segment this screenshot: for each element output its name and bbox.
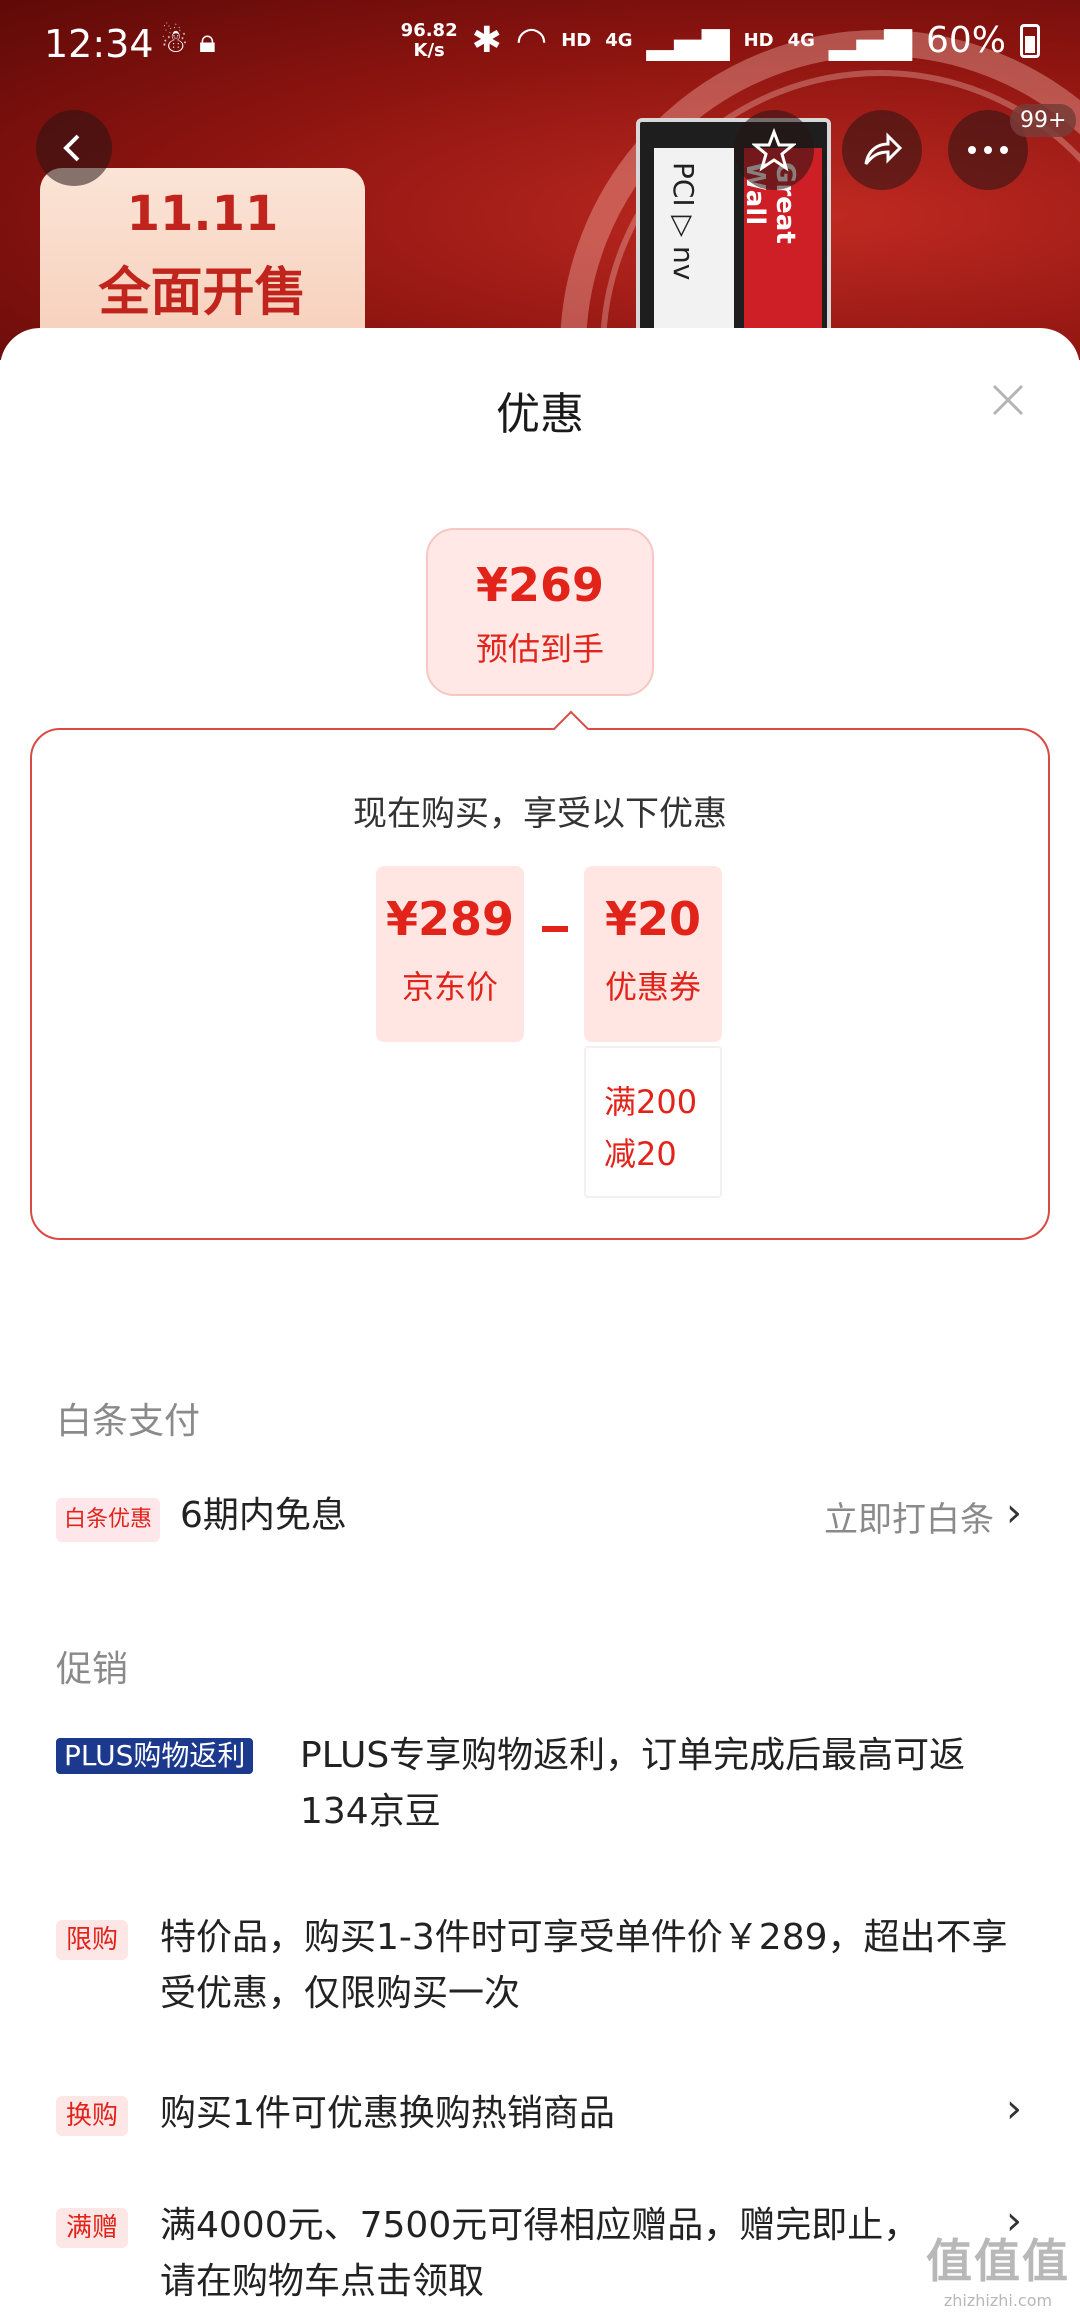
battery-icon [1020,23,1040,58]
promo-text: 满4000元、7500元可得相应赠品，赠完即止， 请在购物车点击领取 [160,2205,920,2302]
exchange-tag: 换购 [56,2096,129,2136]
status-time: 12:34 [44,22,154,66]
ssd-label-text: PCI ▷ nv [667,162,700,281]
close-button[interactable] [988,380,1028,420]
site-watermark: 值值值 zhizhizhi.com [926,2225,1070,2310]
promo-text: 特价品，购买1-3件时可享受单件价￥289，超出不享 受优惠，仅限购买一次 [160,1917,1008,2014]
promo-line2: 全面开售 [98,263,307,323]
status-notification-icons: ☃ 🔒︎ [160,22,216,61]
star-icon [752,128,796,172]
jd-price: ¥289 [385,892,515,946]
discount-sheet: 优惠 ¥269 预估到手 现在购买，享受以下优惠 ¥289 京东价 ¥20 优惠… [0,328,1080,2316]
coupon-label: 优惠券 [604,968,701,1006]
promo-item-exchange[interactable]: 换购 购买1件可优惠换购热销商品 › [0,2086,1080,2156]
callout-notch [552,710,590,748]
signal-4g-2: 4G [787,30,815,51]
chevron-right-icon: › [1006,2086,1022,2132]
estimated-price: ¥269 [475,558,605,612]
baitiao-tag: 白条优惠 [56,1498,161,1542]
signal-bars-icon-2: ▂▄▆ [828,20,912,61]
watermark-url: zhizhizhi.com [943,2291,1053,2310]
price-breakdown-box: 现在购买，享受以下优惠 ¥289 京东价 ¥20 优惠券 满200 减20 [30,710,1050,1240]
share-icon [864,132,903,165]
sheet-title: 优惠 [496,389,584,440]
chevron-left-icon [63,134,80,162]
baitiao-row[interactable]: 白条优惠 6期内免息 立即打白条 › [0,1488,1080,1558]
plus-rebate-tag: PLUS购物返利 [56,1738,254,1774]
watermark-logo: 值值值 [926,2234,1070,2288]
close-icon [992,384,1024,416]
jd-price-tile: ¥289 京东价 [376,866,524,1042]
promo-item-plus: PLUS购物返利 PLUS专享购物返利，订单完成后最高可返 134京豆 [0,1728,1080,1848]
coupon-value: ¥20 [604,892,702,946]
gift-tag: 满赠 [56,2208,129,2248]
chevron-right-icon: › [1006,1490,1022,1536]
baitiao-text: 6期内免息 [180,1495,347,1536]
more-dots-icon [968,146,1008,154]
breakdown-heading: 现在购买，享受以下优惠 [353,794,727,834]
estimated-price-box: ¥269 预估到手 [426,528,654,696]
promo-item-gift[interactable]: 满赠 满4000元、7500元可得相应赠品，赠完即止， 请在购物车点击领取 › [0,2198,1080,2316]
lock-icon: 🔒︎ [198,22,216,60]
baitiao-action-link[interactable]: 立即打白条 [824,1492,994,1541]
minus-sign [542,926,568,932]
hd-indicator-1: HD [561,30,592,51]
signal-4g-1: 4G [605,30,633,51]
favorite-button[interactable] [734,110,814,190]
net-speed: 96.82 K/s [400,19,458,61]
wifi-icon: ◠ [515,20,548,61]
hd-indicator-2: HD [743,30,774,51]
coupon-tile: ¥20 优惠券 [584,866,722,1042]
promo-item-limit: 限购 特价品，购买1-3件时可享受单件价￥289，超出不享 受优惠，仅限购买一次 [0,1910,1080,2030]
back-button[interactable] [36,110,112,186]
message-count-badge: 99+ [1010,104,1077,137]
baitiao-section-title: 白条支付 [56,1401,201,1442]
share-button[interactable] [842,110,922,190]
bluetooth-icon: ✱ [471,20,502,61]
promo-section-title: 促销 [56,1649,129,1690]
coupon-condition: 满200 减20 [584,1046,722,1198]
signal-bars-icon: ▂▄▆ [646,20,730,61]
estimated-price-label: 预估到手 [475,630,604,668]
battery-percent: 60% [925,20,1006,61]
app-notification-icon: ☃ [160,22,189,60]
promo-line1: 11.11 [126,186,279,242]
promo-text: PLUS专享购物返利，订单完成后最高可返 134京豆 [300,1735,966,1832]
limit-tag: 限购 [56,1920,129,1960]
promo-text: 购买1件可优惠换购热销商品 [160,2093,615,2134]
jd-price-label: 京东价 [401,968,498,1006]
status-bar: 12:34 ☃ 🔒︎ 96.82 K/s ✱ ◠ HD 4G ▂▄▆ HD 4G… [0,0,1080,100]
status-right: 96.82 K/s ✱ ◠ HD 4G ▂▄▆ HD 4G ▂▄▆ 60% [401,20,1040,61]
